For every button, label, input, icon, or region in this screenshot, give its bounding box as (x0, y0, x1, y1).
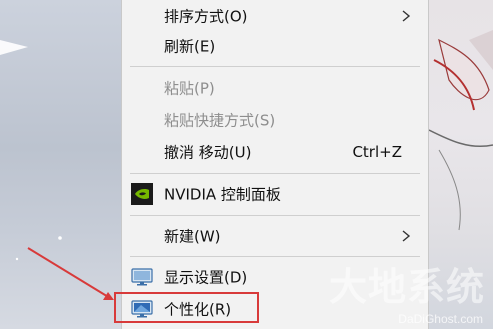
menu-item-label: 显示设置(D) (164, 268, 248, 287)
menu-item-shortcut: Ctrl+Z (352, 143, 402, 161)
personalize-highlight-box (114, 292, 259, 323)
chevron-right-icon (402, 230, 411, 242)
desktop-wallpaper-decor (0, 40, 62, 261)
wallpaper-line (438, 149, 461, 231)
menu-item-label: 新建(W) (164, 227, 221, 246)
menu-item-undo-move[interactable]: 撤消 移动(U) Ctrl+Z (122, 136, 428, 168)
menu-item-sort-by[interactable]: 排序方式(O) (122, 0, 428, 32)
menu-item-new[interactable]: 新建(W) (122, 220, 428, 252)
menu-separator (130, 173, 420, 174)
wallpaper-shape (0, 40, 28, 55)
menu-item-paste-shortcut[interactable]: 粘贴快捷方式(S) (122, 104, 428, 136)
menu-item-refresh[interactable]: 刷新(E) (122, 30, 428, 62)
menu-item-nvidia-control-panel[interactable]: NVIDIA 控制面板 (122, 178, 428, 210)
menu-item-label: 粘贴(P) (164, 79, 215, 98)
menu-item-label: 粘贴快捷方式(S) (164, 111, 276, 130)
menu-item-label: 刷新(E) (164, 37, 216, 56)
menu-item-label: 排序方式(O) (164, 7, 248, 26)
menu-separator (130, 215, 420, 216)
nvidia-logo-icon (131, 183, 153, 205)
monitor-icon (131, 268, 153, 286)
menu-item-label: 撤消 移动(U) (164, 143, 252, 162)
chevron-right-icon (402, 10, 411, 22)
wallpaper-star (58, 236, 62, 240)
watermark-logo-text: 大地系统 (328, 265, 485, 309)
desktop-background-left (0, 0, 121, 329)
watermark-url: DaDiGhost.com (398, 312, 483, 326)
menu-item-paste[interactable]: 粘贴(P) (122, 72, 428, 104)
wallpaper-line (429, 129, 493, 148)
wallpaper-star (15, 257, 19, 261)
menu-item-label: NVIDIA 控制面板 (164, 185, 281, 204)
menu-separator (130, 66, 420, 67)
